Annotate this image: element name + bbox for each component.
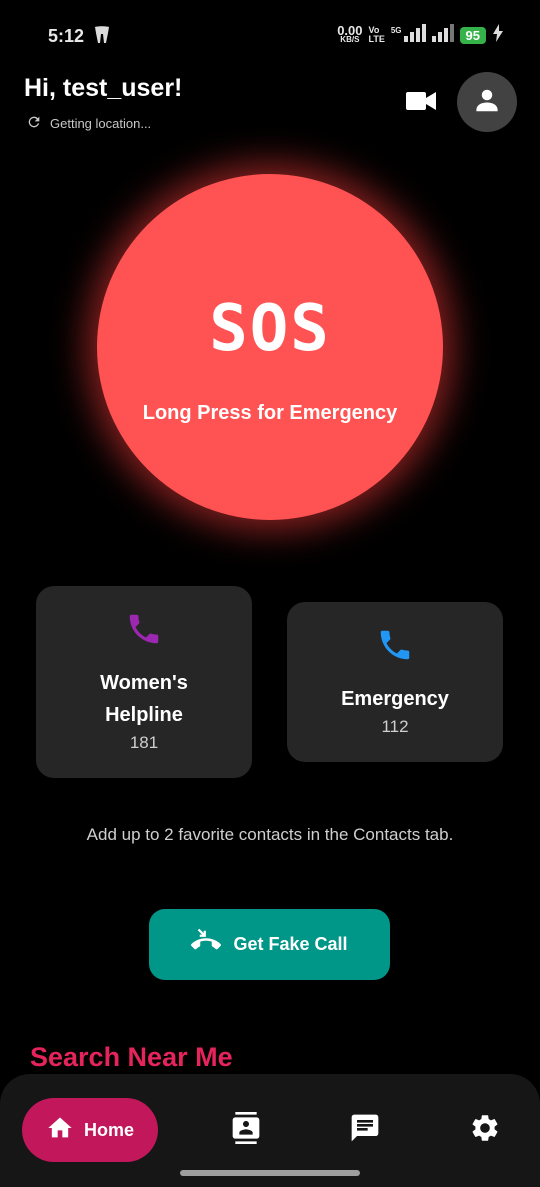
video-record-button[interactable] bbox=[404, 86, 438, 120]
fake-call-label: Get Fake Call bbox=[233, 934, 348, 954]
emergency-card[interactable]: Emergency 112 bbox=[287, 602, 503, 762]
card-title: Emergency bbox=[341, 688, 449, 710]
contacts-icon bbox=[230, 1111, 262, 1150]
nav-settings[interactable] bbox=[467, 1112, 503, 1148]
call-end-icon bbox=[191, 927, 222, 962]
volte-indicator: Vo LTE bbox=[368, 25, 385, 44]
signal-icon bbox=[431, 23, 454, 47]
womens-helpline-card[interactable]: Women's Helpline 181 bbox=[36, 586, 252, 778]
fake-call-button[interactable]: Get Fake Call bbox=[149, 909, 390, 980]
phone-icon bbox=[376, 626, 414, 669]
charging-icon bbox=[492, 23, 504, 47]
app-notification-icon bbox=[92, 26, 112, 49]
person-icon bbox=[472, 85, 502, 120]
battery-level: 95 bbox=[459, 26, 486, 44]
greeting-title: Hi, test_user! bbox=[24, 74, 183, 102]
nav-home-label: Home bbox=[83, 1119, 134, 1140]
signal-icon bbox=[403, 23, 426, 47]
gesture-home-indicator[interactable] bbox=[180, 1170, 360, 1176]
nav-contacts[interactable] bbox=[228, 1111, 264, 1150]
location-text: Getting location... bbox=[50, 116, 152, 131]
profile-avatar-button[interactable] bbox=[457, 72, 517, 132]
chat-icon bbox=[349, 1112, 381, 1149]
status-icons: 0.00 KB/S Vo LTE 5G 95 bbox=[337, 23, 504, 47]
nav-chat[interactable] bbox=[347, 1112, 383, 1148]
section-title: Search Near Me bbox=[30, 1042, 233, 1072]
location-status: Getting location... bbox=[26, 114, 151, 133]
phone-icon bbox=[125, 610, 163, 653]
settings-icon bbox=[469, 1112, 501, 1149]
card-title-line: Women's bbox=[100, 672, 188, 694]
status-time: 5:12 bbox=[48, 26, 85, 46]
home-icon bbox=[46, 1114, 74, 1147]
network-type: 5G bbox=[390, 25, 402, 35]
nav-home[interactable]: Home bbox=[22, 1098, 158, 1162]
card-title-line: Helpline bbox=[105, 704, 183, 726]
sos-title: SOS bbox=[209, 292, 331, 366]
card-number: 112 bbox=[381, 717, 409, 736]
card-number: 181 bbox=[129, 733, 159, 752]
videocam-icon bbox=[406, 90, 436, 117]
sos-subtitle: Long Press for Emergency bbox=[142, 402, 398, 424]
sos-button[interactable]: SOS Long Press for Emergency bbox=[97, 174, 443, 520]
refresh-icon bbox=[26, 114, 42, 133]
net-speed: 0.00 KB/S bbox=[337, 23, 363, 44]
favorites-hint: Add up to 2 favorite contacts in the Con… bbox=[86, 825, 454, 844]
bottom-navigation: Home bbox=[0, 1074, 540, 1187]
